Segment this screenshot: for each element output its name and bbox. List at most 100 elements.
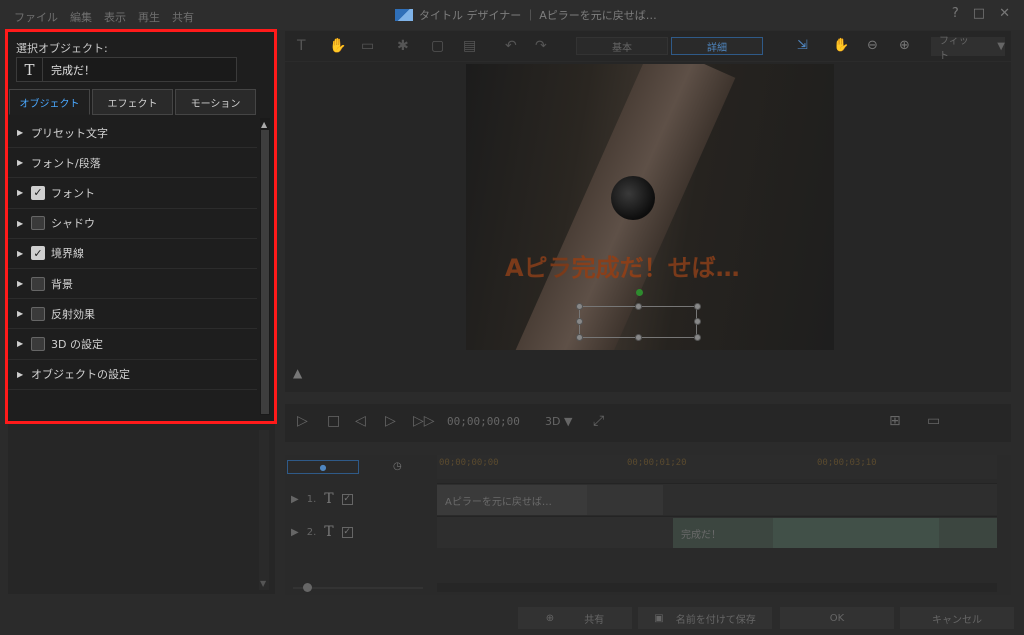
resize-handle[interactable]	[576, 318, 583, 325]
menu-view[interactable]: 表示	[104, 9, 126, 25]
cancel-button[interactable]: キャンセル	[900, 607, 1014, 629]
track-visible-checkbox[interactable]: ✓	[341, 526, 353, 538]
border-checkbox[interactable]: ✓	[31, 246, 45, 261]
tree-item-font[interactable]: ▶ ✓ フォント	[8, 178, 257, 209]
monitor-icon[interactable]: ▭	[927, 413, 940, 429]
scrollbar-thumb[interactable]	[261, 130, 269, 414]
resize-handle[interactable]	[576, 334, 583, 341]
expand-arrow-icon[interactable]: ▶	[291, 494, 299, 505]
panel-scrollbar[interactable]: ▲	[260, 118, 270, 415]
menu-share[interactable]: 共有	[172, 9, 194, 25]
tree-item-3d-settings[interactable]: ▶ 3D の設定	[8, 329, 257, 360]
resize-handle[interactable]	[694, 318, 701, 325]
prev-frame-icon[interactable]: ◁	[355, 413, 366, 429]
timeline-clip[interactable]: Aピラーを元に戻せば…	[437, 485, 587, 515]
timeline-clip-body[interactable]	[773, 518, 939, 548]
play-icon[interactable]: ▷	[297, 413, 308, 429]
warning-icon[interactable]: ▲	[293, 366, 302, 380]
timeline-clip-tail[interactable]	[587, 485, 663, 515]
property-tabs: オブジェクト エフェクト モーション	[9, 89, 256, 115]
timeline-clip-tail[interactable]	[939, 518, 997, 548]
font-checkbox[interactable]: ✓	[31, 185, 45, 200]
zoom-out-icon[interactable]: ⊖	[867, 38, 878, 53]
maximize-icon[interactable]: □	[973, 6, 985, 21]
insert-background-icon[interactable]: ▤	[463, 38, 476, 54]
expand-arrow-icon[interactable]: ▶	[17, 219, 31, 228]
expand-arrow-icon[interactable]: ▶	[17, 249, 31, 258]
expand-arrow-icon[interactable]: ▶	[17, 309, 31, 318]
tab-effect[interactable]: エフェクト	[92, 89, 173, 115]
tree-item-font-paragraph[interactable]: ▶ フォント/段落	[8, 148, 257, 179]
track-visible-checkbox[interactable]: ✓	[341, 493, 353, 505]
select-tool-icon[interactable]: ⇲	[797, 38, 808, 53]
menu-edit[interactable]: 編集	[70, 9, 92, 25]
safe-zone-icon[interactable]: ⊞	[889, 413, 901, 429]
save-as-button[interactable]: ▣ 名前を付けて保存	[638, 607, 772, 629]
tree-item-shadow[interactable]: ▶ シャドウ	[8, 209, 257, 239]
tab-object[interactable]: オブジェクト	[9, 89, 90, 115]
clock-icon[interactable]: ◷	[393, 461, 402, 472]
timeline-keyframe-button[interactable]: ●	[287, 460, 359, 474]
title-overlay-text[interactable]: Aピラ完成だ！せば…	[505, 248, 740, 283]
mode-detail-button[interactable]: 詳細	[671, 37, 763, 55]
shadow-checkbox[interactable]	[31, 216, 45, 231]
fast-forward-icon[interactable]: ▷▷	[413, 413, 435, 429]
tree-item-border[interactable]: ▶ ✓ 境界線	[8, 239, 257, 269]
lower-scrollbar[interactable]: ▼	[259, 430, 269, 590]
timeline-scrollbar[interactable]	[437, 583, 997, 592]
share-button[interactable]: ⊕ 共有	[518, 607, 632, 629]
timeline-clip[interactable]: 完成だ！	[673, 518, 773, 548]
undo-icon[interactable]: ↶	[505, 38, 517, 54]
overlay-text-selected[interactable]: 完成だ！	[572, 254, 668, 282]
resize-handle[interactable]	[576, 303, 583, 310]
expand-arrow-icon[interactable]: ▶	[17, 339, 31, 348]
tree-item-preset-text[interactable]: ▶ プリセット文字	[8, 118, 257, 149]
next-frame-icon[interactable]: ▷	[385, 413, 396, 429]
ok-button[interactable]: OK	[780, 607, 894, 629]
tab-motion[interactable]: モーション	[175, 89, 256, 115]
3d-mode-select[interactable]: 3D ▼	[545, 415, 572, 428]
resize-handle[interactable]	[635, 303, 642, 310]
close-icon[interactable]: ✕	[999, 6, 1010, 21]
reflection-checkbox[interactable]	[31, 306, 45, 321]
timeline-zoom-slider[interactable]	[293, 587, 423, 589]
tree-item-object-settings[interactable]: ▶ オブジェクトの設定	[8, 360, 257, 390]
insert-effect-icon[interactable]: ✱	[397, 38, 409, 54]
expand-arrow-icon[interactable]: ▶	[17, 370, 31, 379]
tree-item-reflection[interactable]: ▶ 反射効果	[8, 299, 257, 330]
menu-play[interactable]: 再生	[138, 9, 160, 25]
expand-arrow-icon[interactable]: ▶	[17, 279, 31, 288]
resize-handle[interactable]	[694, 303, 701, 310]
insert-particle-icon[interactable]: ✋	[329, 38, 346, 54]
mode-basic-button[interactable]: 基本	[576, 37, 668, 55]
tree-item-background[interactable]: ▶ 背景	[8, 269, 257, 300]
zoom-select[interactable]: フィット ▼	[931, 36, 1005, 62]
background-checkbox[interactable]	[31, 276, 45, 291]
resize-handle[interactable]	[694, 334, 701, 341]
expand-arrow-icon[interactable]: ▶	[291, 527, 299, 538]
redo-icon[interactable]: ↷	[535, 38, 547, 54]
3d-checkbox[interactable]	[31, 336, 45, 351]
menu-file[interactable]: ファイル	[14, 9, 58, 25]
fullscreen-icon[interactable]: ⤢	[593, 413, 604, 429]
timeline-ruler[interactable]: 00;00;00;00 00;00;01;20 00;00;03;10	[437, 455, 997, 479]
save-icon: ▣	[654, 612, 664, 624]
overlay-text-part-b: せば…	[667, 254, 740, 282]
hand-tool-icon[interactable]: ✋	[833, 38, 849, 53]
timeline-zoom-thumb[interactable]	[303, 583, 312, 592]
scroll-down-icon[interactable]: ▼	[260, 579, 266, 588]
zoom-in-icon[interactable]: ⊕	[899, 38, 910, 53]
insert-frame-icon[interactable]: ▢	[431, 38, 444, 54]
expand-arrow-icon[interactable]: ▶	[17, 128, 31, 137]
stop-icon[interactable]: □	[327, 413, 340, 429]
rotate-handle[interactable]	[636, 289, 643, 296]
expand-arrow-icon[interactable]: ▶	[17, 158, 31, 167]
scroll-up-icon[interactable]: ▲	[261, 120, 267, 129]
selected-object-field[interactable]: T 完成だ！	[16, 57, 237, 82]
insert-image-icon[interactable]: ▭	[361, 38, 374, 54]
tree-item-label: プリセット文字	[31, 126, 108, 140]
expand-arrow-icon[interactable]: ▶	[17, 188, 31, 197]
help-icon[interactable]: ?	[952, 6, 959, 21]
insert-text-icon[interactable]: T	[297, 38, 306, 54]
resize-handle[interactable]	[635, 334, 642, 341]
